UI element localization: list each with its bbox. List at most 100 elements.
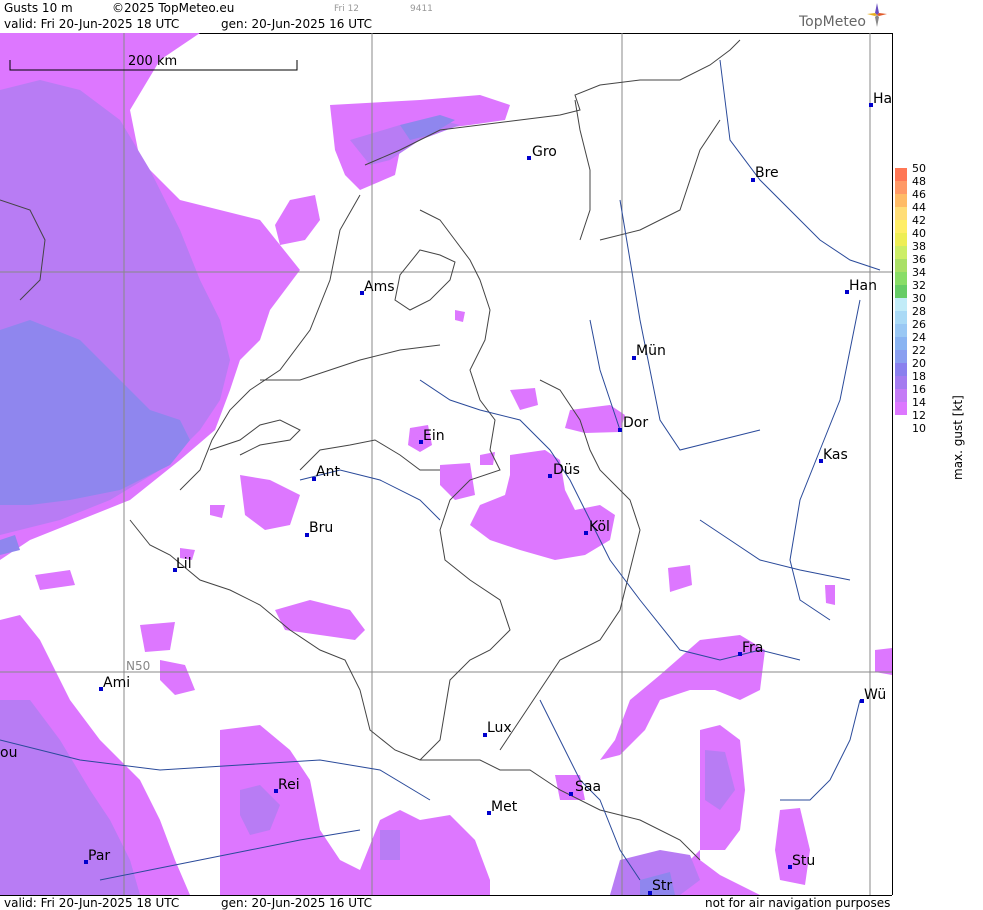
map-canvas: N50 200 km Gro Bre Ha Ams Han Mün Dor Ei… — [0, 33, 892, 895]
legend-band-16-18 — [895, 376, 907, 389]
legend-band-42-44 — [895, 207, 907, 220]
city-ams[interactable]: Ams — [360, 279, 395, 295]
svg-text:Saa: Saa — [575, 779, 601, 795]
legend-tick-label: 38 — [912, 240, 926, 253]
svg-text:Fra: Fra — [742, 640, 763, 656]
legend-band-46-48 — [895, 181, 907, 194]
legend-band-12-14 — [895, 402, 907, 415]
legend-band-22-24 — [895, 337, 907, 350]
legend-tick-label: 46 — [912, 188, 926, 201]
svg-text:Ant: Ant — [316, 464, 340, 480]
svg-text:Ams: Ams — [364, 279, 395, 295]
city-ha[interactable]: Ha — [869, 91, 892, 107]
header-bar: Gusts 10 m ©2025 TopMeteo.eu Fri 12 9411… — [0, 0, 892, 34]
svg-text:Düs: Düs — [553, 462, 580, 478]
city-stu[interactable]: Stu — [788, 853, 815, 869]
legend-tick-label: 48 — [912, 175, 926, 188]
legend-tick-label: 36 — [912, 253, 926, 266]
faint-label-2: 9411 — [410, 4, 433, 14]
svg-text:Bre: Bre — [755, 165, 779, 181]
valid-time: valid: Fri 20-Jun-2025 18 UTC — [4, 17, 180, 31]
svg-text:ou: ou — [0, 745, 17, 761]
city-bru[interactable]: Bru — [305, 520, 333, 537]
svg-text:Ami: Ami — [103, 675, 130, 691]
legend-tick-label: 30 — [912, 292, 926, 305]
copyright: ©2025 TopMeteo.eu — [112, 1, 235, 15]
svg-text:Met: Met — [491, 799, 518, 815]
legend-band-44-46 — [895, 194, 907, 207]
city-lux[interactable]: Lux — [483, 720, 512, 737]
legend-tick-label: 20 — [912, 357, 926, 370]
legend-title: max. gust [kt] — [951, 395, 965, 480]
legend-tick-label: 12 — [912, 409, 926, 422]
city-met[interactable]: Met — [487, 799, 518, 815]
compass-logo-icon — [867, 3, 887, 27]
legend-band-24-26 — [895, 324, 907, 337]
svg-text:Köl: Köl — [589, 519, 610, 535]
legend-band-30-32 — [895, 285, 907, 298]
legend-band-28-30 — [895, 298, 907, 311]
city-ant[interactable]: Ant — [312, 464, 340, 481]
svg-text:Ha: Ha — [873, 91, 892, 107]
footer-disclaimer: not for air navigation purposes — [705, 896, 891, 910]
city-wu[interactable]: Wü — [860, 687, 886, 703]
legend-tick-label: 34 — [912, 266, 926, 279]
city-ami[interactable]: Ami — [99, 675, 130, 691]
city-par[interactable]: Par — [84, 848, 110, 864]
svg-text:Mün: Mün — [636, 343, 666, 359]
svg-text:Gro: Gro — [532, 144, 557, 160]
legend-band-18-20 — [895, 363, 907, 376]
city-ou[interactable]: ou — [0, 745, 17, 761]
city-lil[interactable]: Lil — [173, 556, 192, 572]
legend-tick-label: 18 — [912, 370, 926, 383]
latitude-label: N50 — [126, 659, 150, 673]
svg-text:Dor: Dor — [623, 415, 648, 431]
generation-time: gen: 20-Jun-2025 16 UTC — [221, 17, 373, 31]
svg-text:Han: Han — [849, 278, 877, 294]
legend-band-38-40 — [895, 233, 907, 246]
svg-text:Str: Str — [652, 878, 672, 894]
svg-text:Stu: Stu — [792, 853, 815, 869]
legend-tick-label: 24 — [912, 331, 926, 344]
city-mun[interactable]: Mün — [632, 343, 666, 360]
footer-valid-time: valid: Fri 20-Jun-2025 18 UTC — [4, 896, 180, 910]
city-ein[interactable]: Ein — [419, 428, 445, 444]
legend-tick-label: 44 — [912, 201, 926, 214]
city-kas[interactable]: Kas — [819, 447, 848, 463]
legend-tick-label: 22 — [912, 344, 926, 357]
legend-tick-label: 14 — [912, 396, 926, 409]
legend-tick-label: 50 — [912, 162, 926, 175]
color-legend: 50 48 46 44 42 40 38 36 34 32 30 28 26 24 22 20 18 16 14 12… — [893, 0, 983, 909]
svg-text:Kas: Kas — [823, 447, 848, 463]
svg-text:Lil: Lil — [176, 556, 192, 572]
city-str[interactable]: Str — [648, 878, 672, 895]
svg-text:Par: Par — [88, 848, 110, 864]
gust-map[interactable]: N50 200 km Gro Bre Ha Ams Han Mün Dor Ei… — [0, 33, 893, 895]
legend-band-48-50 — [895, 168, 907, 181]
city-fra[interactable]: Fra — [738, 640, 763, 656]
city-gro[interactable]: Gro — [527, 144, 557, 160]
scale-label: 200 km — [128, 54, 177, 69]
legend-band-40-42 — [895, 220, 907, 233]
city-dus[interactable]: Düs — [548, 462, 580, 478]
legend-tick-label: 10 — [912, 422, 926, 435]
legend-band-14-16 — [895, 389, 907, 402]
legend-tick-label: 40 — [912, 227, 926, 240]
city-han[interactable]: Han — [845, 278, 877, 294]
legend-band-36-38 — [895, 246, 907, 259]
svg-text:Ein: Ein — [423, 428, 445, 444]
legend-band-20-22 — [895, 350, 907, 363]
legend-tick-label: 42 — [912, 214, 926, 227]
svg-text:Bru: Bru — [309, 520, 333, 536]
faint-label: Fri 12 — [334, 4, 360, 14]
product-title: Gusts 10 m — [4, 1, 73, 15]
city-rei[interactable]: Rei — [274, 777, 300, 793]
legend-band-34-36 — [895, 259, 907, 272]
svg-text:Wü: Wü — [864, 687, 886, 703]
legend-tick-label: 16 — [912, 383, 926, 396]
svg-text:Rei: Rei — [278, 777, 300, 793]
city-bre[interactable]: Bre — [751, 165, 779, 182]
legend-tick-label: 28 — [912, 305, 926, 318]
city-dor[interactable]: Dor — [618, 415, 648, 432]
footer-bar: valid: Fri 20-Jun-2025 18 UTC gen: 20-Ju… — [0, 895, 892, 910]
